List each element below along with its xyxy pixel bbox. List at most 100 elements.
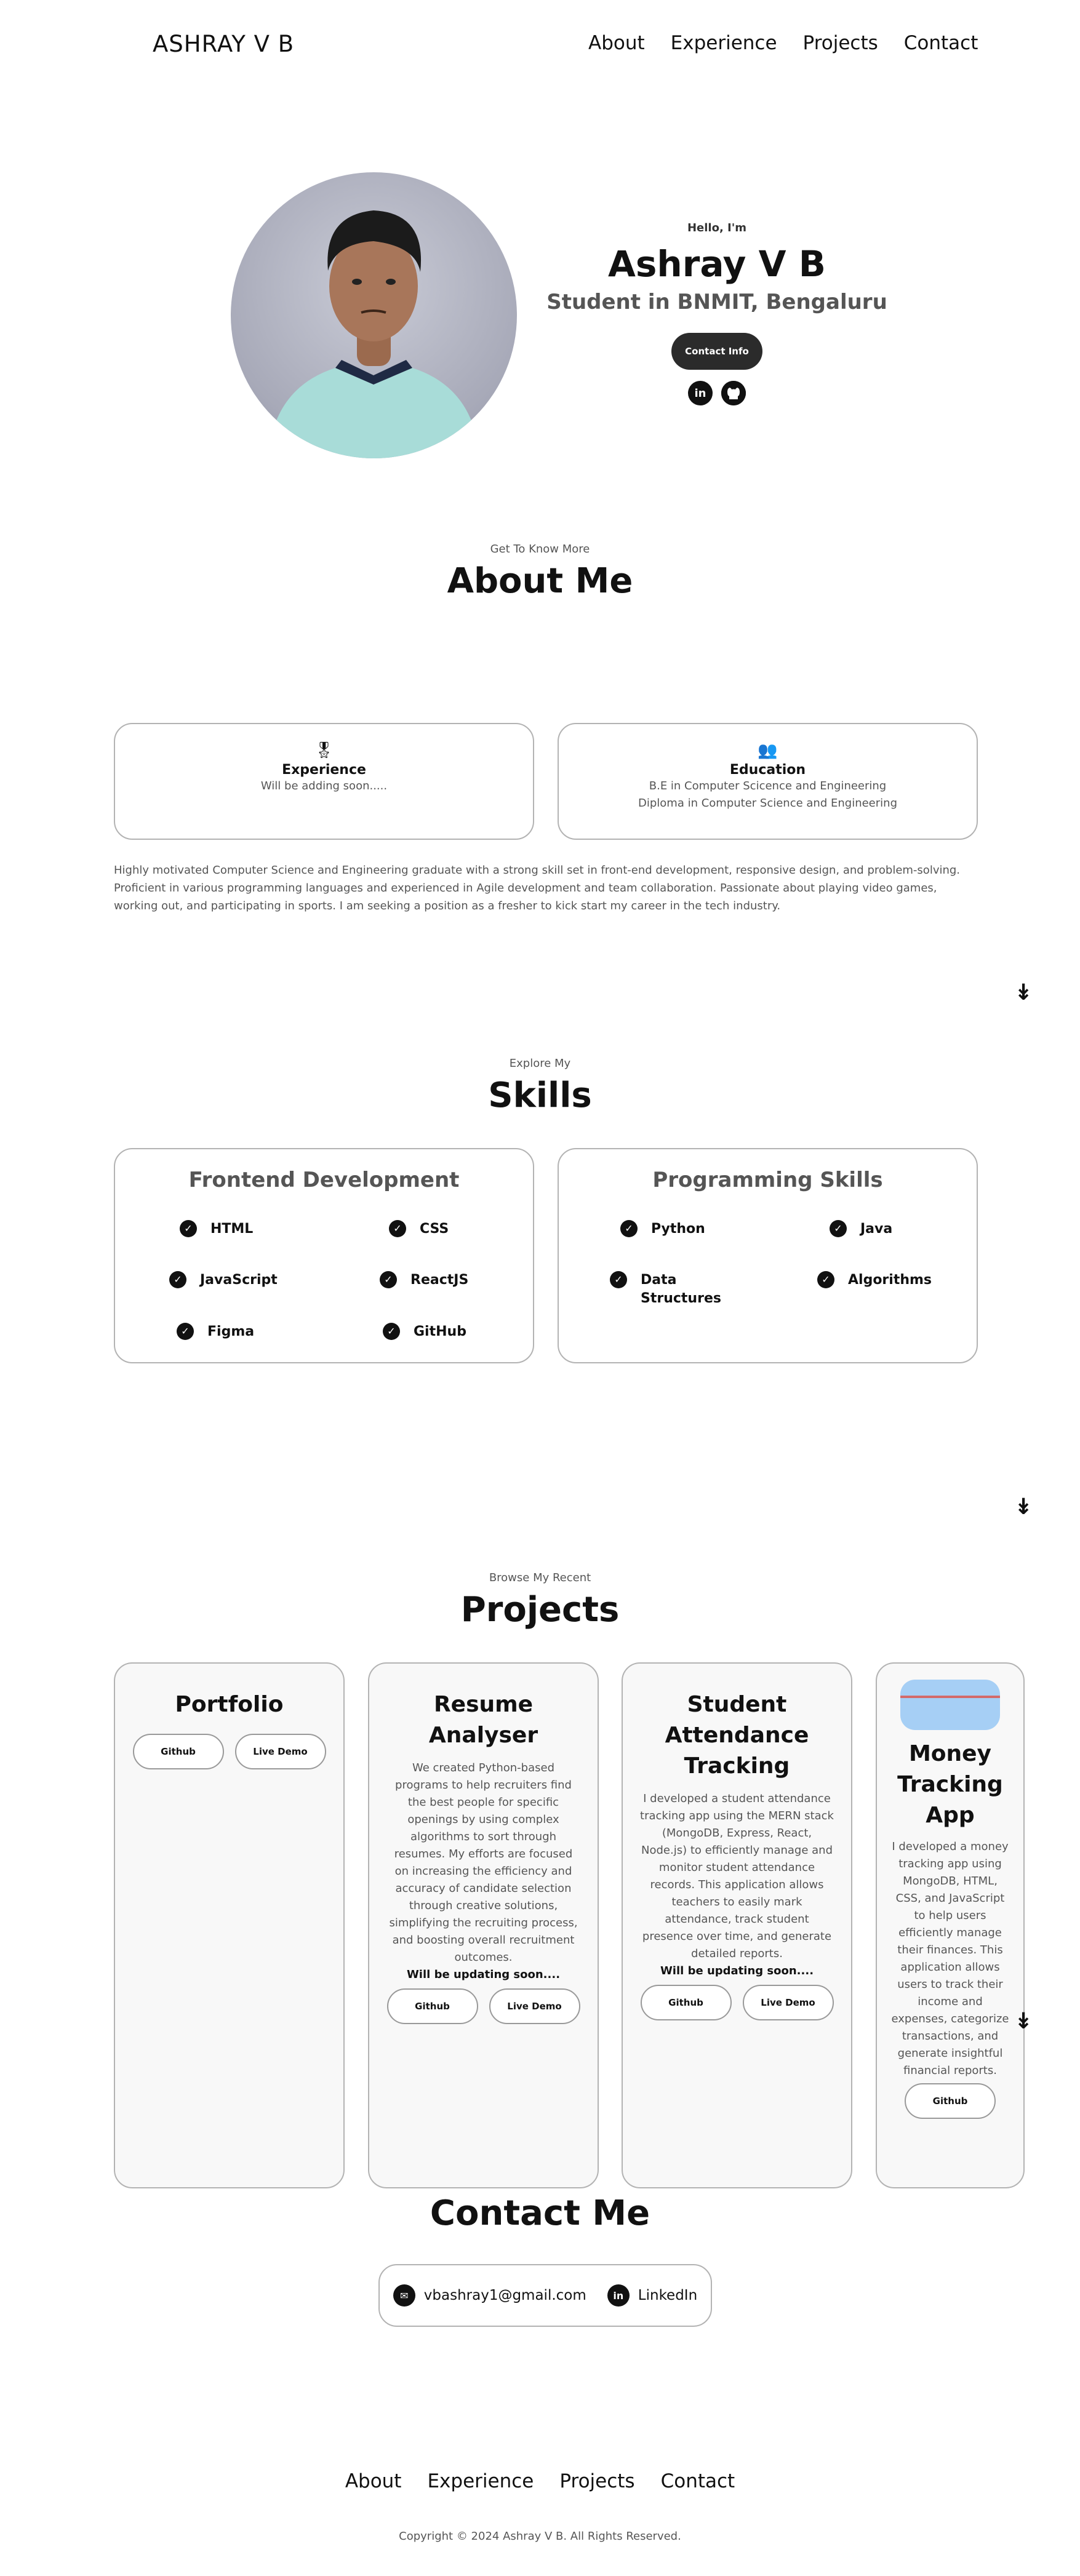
checkmark-icon: ✓ — [610, 1271, 627, 1288]
checkmark-icon: ✓ — [389, 1220, 406, 1237]
project-title: Portfolio — [175, 1692, 284, 1717]
project-note: Will be updating soon.... — [406, 1968, 561, 1981]
project-card-attendance: Student Attendance Tracking I developed … — [622, 1662, 852, 2188]
github-button[interactable]: Github — [386, 1988, 478, 2024]
checkmark-icon: ✓ — [620, 1220, 638, 1237]
github-button[interactable]: Github — [640, 1985, 732, 2020]
skill-name: Data Structures — [641, 1272, 721, 1306]
contact-box: ✉ vbashray1@gmail.com in LinkedIn — [378, 2264, 712, 2327]
project-description: I developed a student attendance trackin… — [640, 1792, 834, 1960]
education-icon: 👥 — [758, 741, 778, 760]
project-note: Will be updating soon.... — [660, 1964, 814, 1977]
experience-card-title: Experience — [282, 762, 366, 778]
skill-item: ✓ HTML — [180, 1220, 253, 1238]
skill-name: Algorithms — [848, 1272, 932, 1288]
project-thumbnail — [900, 1680, 1000, 1730]
profile-photo — [231, 172, 517, 458]
live-demo-button[interactable]: Live Demo — [742, 1985, 834, 2020]
project-title: Money Tracking App — [897, 1741, 1003, 1828]
checkmark-icon: ✓ — [180, 1220, 197, 1237]
linkedin-icon: in — [607, 2284, 630, 2307]
hero-greeting: Hello, I'm — [687, 221, 747, 234]
github-button[interactable]: Github — [132, 1734, 224, 1769]
education-card-title: Education — [729, 762, 806, 778]
project-card-money-tracking: Money Tracking App I developed a money t… — [876, 1662, 1025, 2188]
project-description: I developed a money tracking app using M… — [891, 1840, 1009, 2077]
award-icon: 🎖 — [313, 741, 334, 760]
linkedin-icon[interactable]: in — [688, 381, 713, 405]
education-card-line: Diploma in Computer Science and Engineer… — [638, 797, 897, 810]
projects-title: Projects — [460, 1590, 620, 1630]
education-card: 👥 Education B.E in Computer Scicence and… — [558, 723, 978, 840]
scroll-down-icon[interactable]: ↡ — [1014, 1496, 1033, 1518]
github-button[interactable]: Github — [905, 2083, 996, 2119]
nav-link-about[interactable]: About — [588, 32, 645, 54]
brand-logo[interactable]: ASHRAY V B — [153, 31, 294, 57]
social-links: in — [529, 381, 905, 405]
project-description: We created Python-based programs to help… — [389, 1761, 578, 1964]
skill-item: ✓ Python — [620, 1220, 705, 1238]
skill-item: ✓ Data Structures — [610, 1271, 727, 1308]
skill-item: ✓ CSS — [389, 1220, 449, 1238]
scroll-down-icon[interactable]: ↡ — [1014, 982, 1033, 1004]
footer-link-contact[interactable]: Contact — [661, 2470, 735, 2492]
checkmark-icon: ✓ — [830, 1220, 847, 1237]
contact-title: Contact Me — [430, 2193, 650, 2233]
skill-name: GitHub — [414, 1324, 466, 1339]
footer-link-projects[interactable]: Projects — [559, 2470, 634, 2492]
skill-name: Figma — [207, 1324, 255, 1339]
about-paragraph: Highly motivated Computer Science and En… — [114, 864, 961, 912]
live-demo-button[interactable]: Live Demo — [489, 1988, 580, 2024]
contact-info-button[interactable]: Contact Info — [671, 333, 762, 370]
linkedin-text: LinkedIn — [638, 2287, 698, 2303]
skills-title: Skills — [488, 1075, 592, 1115]
skill-item: ✓ GitHub — [383, 1323, 466, 1341]
project-title: Resume Analyser — [428, 1692, 538, 1748]
email-link[interactable]: ✉ vbashray1@gmail.com — [393, 2284, 586, 2307]
nav-link-projects[interactable]: Projects — [803, 32, 878, 54]
copyright: Copyright © 2024 Ashray V B. All Rights … — [399, 2530, 681, 2543]
nav-link-experience[interactable]: Experience — [671, 32, 777, 54]
checkmark-icon: ✓ — [380, 1271, 397, 1288]
hero-subtitle: Student in BNMIT, Bengaluru — [546, 290, 887, 314]
skill-name: CSS — [420, 1221, 449, 1237]
skill-item: ✓ ReactJS — [380, 1271, 468, 1290]
skill-name: ReactJS — [410, 1272, 469, 1288]
footer-link-about[interactable]: About — [345, 2470, 402, 2492]
skill-item: ✓ Algorithms — [817, 1271, 932, 1290]
github-icon[interactable] — [721, 381, 746, 405]
top-nav: About Experience Projects Contact — [588, 32, 978, 54]
frontend-skills-title: Frontend Development — [188, 1168, 460, 1192]
project-title: Student Attendance Tracking — [665, 1692, 809, 1779]
footer-link-experience[interactable]: Experience — [427, 2470, 534, 2492]
checkmark-icon: ✓ — [817, 1271, 834, 1288]
project-card-portfolio: Portfolio Github Live Demo — [114, 1662, 345, 2188]
linkedin-link[interactable]: in LinkedIn — [607, 2284, 697, 2307]
skill-item: ✓ Figma — [177, 1323, 254, 1341]
hero-intro: Hello, I'm Ashray V B Student in BNMIT, … — [529, 221, 905, 405]
skills-pretitle: Explore My — [509, 1057, 571, 1070]
email-icon: ✉ — [393, 2284, 415, 2307]
education-card-line: B.E in Computer Scicence and Engineering — [649, 780, 887, 792]
footer-nav: About Experience Projects Contact — [0, 2470, 1080, 2492]
about-pretitle: Get To Know More — [490, 543, 590, 556]
skill-name: HTML — [210, 1221, 254, 1237]
experience-card-text: Will be adding soon..... — [260, 780, 388, 792]
about-title: About Me — [447, 561, 633, 601]
skill-name: Python — [651, 1221, 705, 1237]
experience-card: 🎖 Experience Will be adding soon..... — [114, 723, 534, 840]
live-demo-button[interactable]: Live Demo — [234, 1734, 326, 1769]
programming-skills-title: Programming Skills — [652, 1168, 883, 1192]
project-card-resume-analyser: Resume Analyser We created Python-based … — [368, 1662, 599, 2188]
scroll-down-icon[interactable]: ↡ — [1014, 2011, 1033, 2033]
skill-item: ✓ JavaScript — [169, 1271, 278, 1290]
skill-item: ✓ Java — [830, 1220, 892, 1238]
nav-link-contact[interactable]: Contact — [904, 32, 978, 54]
hero-name: Ashray V B — [608, 243, 826, 285]
checkmark-icon: ✓ — [177, 1323, 194, 1340]
frontend-skills-card: Frontend Development ✓ HTML ✓ CSS ✓ JavaScr… — [114, 1148, 534, 1363]
programming-skills-card: Programming Skills ✓ Python ✓ Java ✓ Data S… — [558, 1148, 978, 1363]
checkmark-icon: ✓ — [383, 1323, 400, 1340]
projects-pretitle: Browse My Recent — [489, 1571, 591, 1584]
checkmark-icon: ✓ — [169, 1271, 186, 1288]
